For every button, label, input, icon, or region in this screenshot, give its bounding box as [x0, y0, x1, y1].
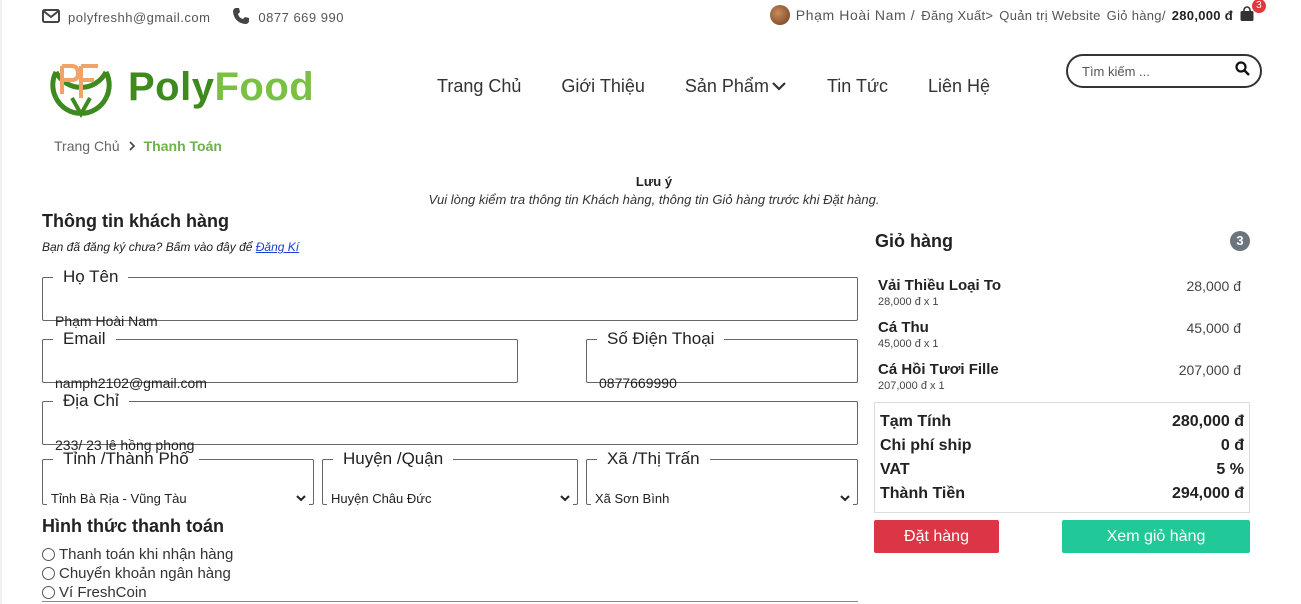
subtotal-label: Tạm Tính: [880, 413, 952, 430]
cart-item-detail: 207,000 đ x 1: [878, 380, 945, 392]
nav-news[interactable]: Tin Tức: [827, 76, 888, 97]
grand-total-value: 294,000 đ: [1171, 485, 1244, 502]
ward-select[interactable]: Xã Sơn Bình: [591, 487, 853, 509]
name-value[interactable]: Phạm Hoài Nam: [55, 313, 158, 329]
radio-freshcoin[interactable]: [42, 586, 55, 599]
cart-section-title: Giỏ hàng: [875, 231, 953, 251]
email-field[interactable]: Email namph2102@gmail.com: [42, 329, 518, 391]
brand-poly: Poly: [128, 65, 215, 109]
avatar[interactable]: [769, 5, 790, 25]
province-field: Tỉnh /Thành Phố Tỉnh Bà Rịa - Vũng Tàu: [42, 449, 314, 509]
shipping-label: Chi phí ship: [880, 437, 972, 454]
register-link[interactable]: Đăng Kí: [256, 240, 299, 254]
district-select[interactable]: Huyện Châu Đức: [327, 487, 573, 509]
name-label: Họ Tên: [63, 267, 119, 286]
payment-option-cod-label: Thanh toán khi nhận hàng: [59, 546, 234, 563]
contact-info: polyfreshh@gmail.com 0877 669 990: [42, 7, 344, 28]
user-name[interactable]: Phạm Hoài Nam /: [796, 7, 915, 23]
cart-badge: 3: [1252, 0, 1266, 13]
district-label: Huyện /Quận: [343, 449, 444, 468]
payment-option-freshcoin-label: Ví FreshCoin: [59, 584, 147, 601]
chevron-down-icon: [771, 76, 787, 97]
nav-products[interactable]: Sản Phẩm: [685, 76, 787, 97]
subtotal-value: 280,000 đ: [1171, 413, 1244, 430]
logout-link[interactable]: Đăng Xuất>: [921, 8, 993, 23]
cart-item-name: Cá Thu: [878, 319, 929, 336]
nav-contact[interactable]: Liên Hệ: [928, 76, 990, 97]
ward-label: Xã /Thị Trấn: [607, 449, 700, 468]
name-field[interactable]: Họ Tên Phạm Hoài Nam: [42, 267, 858, 329]
cart-item-price: 207,000 đ: [1178, 362, 1241, 378]
cart-count-badge: 3: [1230, 231, 1250, 251]
phone-icon: [232, 7, 250, 28]
district-field: Huyện /Quận Huyện Châu Đức: [322, 449, 578, 509]
payment-option-bank-label: Chuyển khoản ngân hàng: [59, 565, 231, 582]
brand-name: PolyFood: [128, 65, 314, 110]
address-label: Địa Chỉ: [63, 391, 119, 410]
cart-link-label[interactable]: Giỏ hàng/: [1107, 8, 1166, 23]
shipping-value: 0 đ: [1220, 437, 1244, 454]
admin-link[interactable]: Quản trị Website: [999, 8, 1100, 23]
divider: [42, 601, 858, 602]
phone-field[interactable]: Số Điện Thoại 0877669990: [586, 329, 858, 391]
email-label: Email: [63, 329, 106, 348]
nav-about[interactable]: Giới Thiệu: [561, 76, 645, 97]
chevron-right-icon: [128, 138, 136, 154]
address-field[interactable]: Địa Chỉ 233/ 23 lê hồng phong: [42, 391, 858, 453]
place-order-button[interactable]: Đặt hàng: [874, 520, 999, 553]
radio-bank[interactable]: [42, 567, 55, 580]
vat-label: VAT: [880, 461, 910, 478]
breadcrumb-home[interactable]: Trang Chủ: [54, 138, 120, 154]
cart-item-name: Vải Thiều Loại To: [878, 277, 1002, 294]
payment-option-cod[interactable]: Thanh toán khi nhận hàng: [42, 546, 233, 563]
shipping-row: Chi phí ship 0 đ: [880, 437, 1244, 455]
register-prompt: Bạn đã đăng ký chưa? Bấm vào đây để Đăng…: [42, 240, 299, 254]
view-cart-button[interactable]: Xem giỏ hàng: [1062, 520, 1250, 553]
cart-item-detail: 28,000 đ x 1: [878, 296, 939, 308]
ward-field: Xã /Thị Trấn Xã Sơn Bình: [586, 449, 858, 509]
search-input[interactable]: [1082, 63, 1222, 79]
nav-home[interactable]: Trang Chủ: [437, 76, 521, 97]
payment-option-freshcoin[interactable]: Ví FreshCoin: [42, 584, 147, 601]
cart-totals: Tạm Tính 280,000 đ Chi phí ship 0 đ VAT …: [874, 402, 1250, 513]
cart-total[interactable]: 280,000 đ: [1172, 8, 1233, 23]
page-edge: [0, 0, 2, 604]
logo[interactable]: PolyFood: [48, 52, 314, 123]
payment-section-title: Hình thức thanh toán: [42, 516, 225, 536]
subtotal-row: Tạm Tính 280,000 đ: [880, 413, 1244, 431]
cart-item-detail: 45,000 đ x 1: [878, 338, 939, 350]
polyfood-logo-icon: [48, 52, 114, 123]
grand-total-label: Thành Tiền: [880, 485, 966, 502]
phone-label: Số Điện Thoại: [607, 329, 715, 348]
contact-phone[interactable]: 0877 669 990: [258, 10, 344, 25]
province-select[interactable]: Tỉnh Bà Rịa - Vũng Tàu: [47, 487, 309, 509]
province-label: Tỉnh /Thành Phố: [63, 449, 189, 468]
cart-item-name: Cá Hồi Tươi Fille: [878, 361, 999, 378]
notice-text: Vui lòng kiểm tra thông tin Khách hàng, …: [428, 192, 880, 207]
payment-option-bank[interactable]: Chuyển khoản ngân hàng: [42, 565, 231, 582]
main-nav: Trang Chủ Giới Thiệu Sản Phẩm Tin Tức Li…: [437, 76, 990, 97]
customer-section-title: Thông tin khách hàng: [42, 211, 229, 231]
notice-title: Lưu ý: [635, 174, 673, 189]
email-value[interactable]: namph2102@gmail.com: [55, 375, 207, 391]
brand-food: Food: [214, 65, 315, 109]
nav-products-label: Sản Phẩm: [684, 76, 769, 96]
grand-total-row: Thành Tiền 294,000 đ: [880, 485, 1244, 503]
top-bar: polyfreshh@gmail.com 0877 669 990 Phạm H…: [0, 0, 1301, 30]
search-box: [1066, 54, 1262, 88]
user-menu: Phạm Hoài Nam / Đăng Xuất> Quản trị Webs…: [769, 0, 1266, 25]
vat-row: VAT 5 %: [880, 461, 1244, 479]
phone-value[interactable]: 0877669990: [599, 375, 677, 391]
shopping-bag-icon[interactable]: 3: [1239, 0, 1266, 24]
radio-cod[interactable]: [42, 548, 55, 561]
cart-item-price: 45,000 đ: [1186, 320, 1242, 336]
breadcrumb-current: Thanh Toán: [143, 138, 222, 154]
vat-value: 5 %: [1216, 461, 1244, 478]
contact-email[interactable]: polyfreshh@gmail.com: [68, 10, 210, 25]
search-icon[interactable]: [1235, 61, 1250, 81]
register-prompt-text: Bạn đã đăng ký chưa? Bấm vào đây để: [42, 240, 253, 254]
breadcrumb: Trang Chủ Thanh Toán: [54, 138, 222, 154]
envelope-icon: [42, 9, 60, 26]
cart-item-price: 28,000 đ: [1186, 278, 1242, 294]
